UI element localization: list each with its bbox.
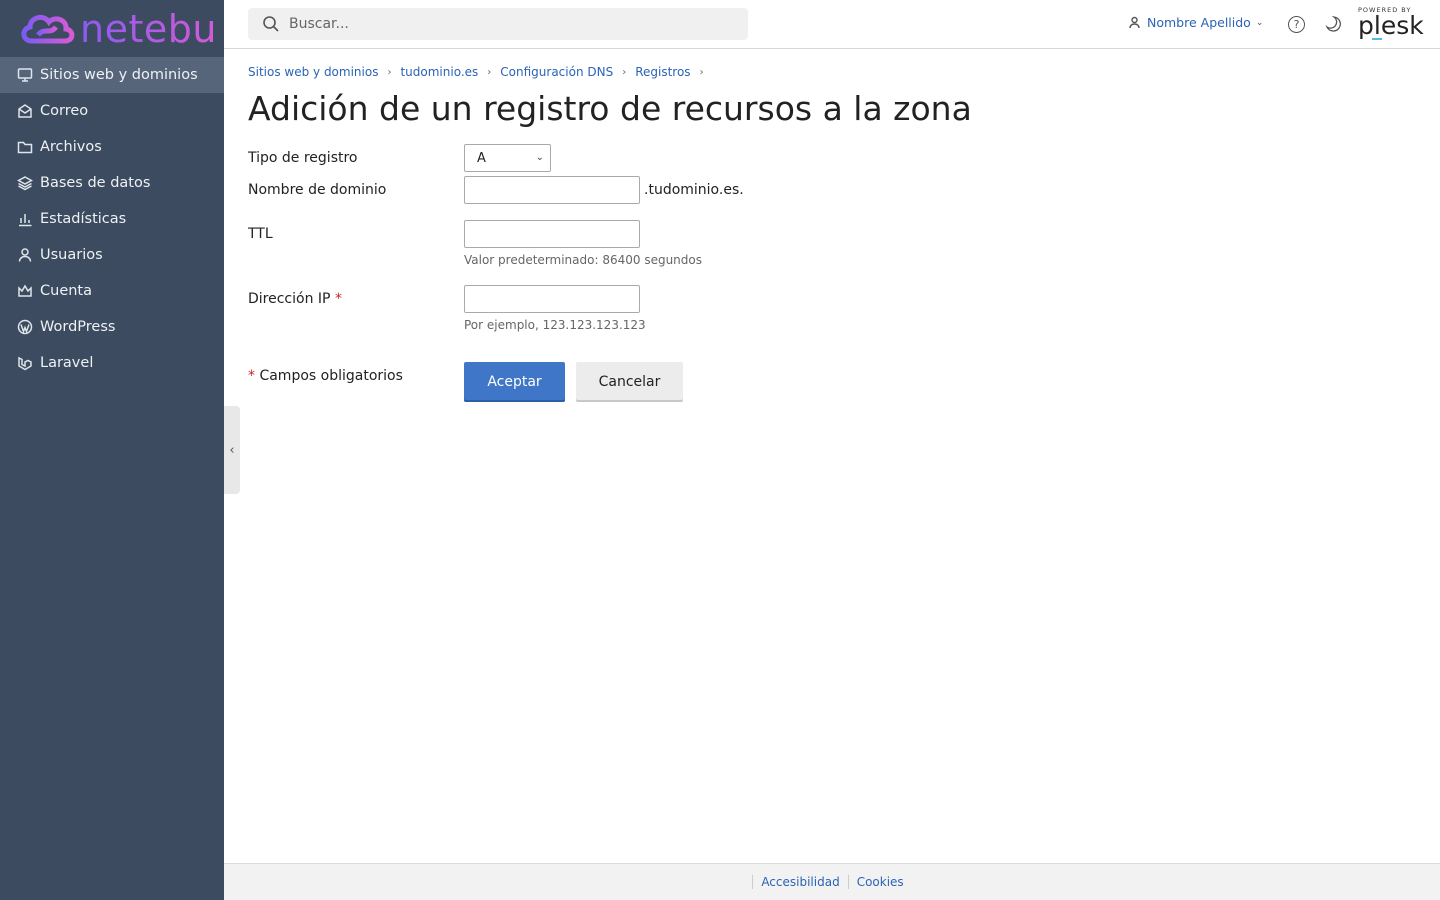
user-menu[interactable]: Nombre Apellido ⌄ xyxy=(1128,15,1263,30)
breadcrumb: Sitios web y dominios › tudominio.es › C… xyxy=(248,65,713,79)
domain-suffix: .tudominio.es. xyxy=(644,182,744,198)
record-type-value: A xyxy=(477,150,486,166)
required-fields-note: * Campos obligatorios xyxy=(248,368,403,384)
page-title: Adición de un registro de recursos a la … xyxy=(248,89,972,128)
brand-logo[interactable]: netebu xyxy=(0,0,224,57)
ip-address-label: Dirección IP * xyxy=(248,291,342,307)
user-icon xyxy=(1129,16,1140,29)
layers-icon xyxy=(16,174,34,192)
sidebar-item-databases[interactable]: Bases de datos xyxy=(0,165,224,201)
sidebar-item-label: Usuarios xyxy=(40,247,103,263)
sidebar-item-files[interactable]: Archivos xyxy=(0,129,224,165)
ttl-hint: Valor predeterminado: 86400 segundos xyxy=(464,253,702,267)
sidebar-item-websites[interactable]: Sitios web y dominios xyxy=(0,57,224,93)
chevron-right-icon: › xyxy=(622,66,627,78)
footer: Accesibilidad Cookies xyxy=(224,863,1440,900)
search-input[interactable] xyxy=(289,16,729,32)
search-icon xyxy=(263,16,279,32)
record-type-select[interactable]: A ⌄ xyxy=(464,144,551,172)
cancel-button[interactable]: Cancelar xyxy=(576,362,683,402)
ip-address-label-text: Dirección IP xyxy=(248,291,331,307)
required-mark: * xyxy=(334,291,342,307)
chevron-left-icon: ‹ xyxy=(229,442,235,458)
sidebar-item-account[interactable]: Cuenta xyxy=(0,273,224,309)
sidebar: netebu Sitios web y dominios Correo Arch… xyxy=(0,0,224,900)
cookies-link[interactable]: Cookies xyxy=(847,875,912,889)
brand-name: netebu xyxy=(80,6,217,51)
record-type-label: Tipo de registro xyxy=(248,150,358,166)
ttl-label: TTL xyxy=(248,226,273,242)
crown-icon xyxy=(16,282,34,300)
sidebar-item-laravel[interactable]: Laravel xyxy=(0,345,224,381)
sidebar-item-users[interactable]: Usuarios xyxy=(0,237,224,273)
accessibility-link[interactable]: Accesibilidad xyxy=(752,875,847,889)
chevron-right-icon: › xyxy=(487,66,492,78)
sidebar-item-label: Archivos xyxy=(40,139,102,155)
chevron-right-icon: › xyxy=(699,66,704,78)
chevron-down-icon: ⌄ xyxy=(535,152,544,163)
sidebar-item-mail[interactable]: Correo xyxy=(0,93,224,129)
domain-name-input[interactable] xyxy=(464,176,640,204)
wordpress-icon xyxy=(16,318,34,336)
required-mark: * xyxy=(248,368,255,384)
plesk-logo: POWERED BY plesk xyxy=(1358,6,1424,40)
sidebar-item-wordpress[interactable]: WordPress xyxy=(0,309,224,345)
plesk-wordmark: plesk xyxy=(1358,11,1424,40)
sidebar-item-label: Bases de datos xyxy=(40,175,151,191)
user-name: Nombre Apellido xyxy=(1147,15,1251,30)
sidebar-item-label: Correo xyxy=(40,103,89,119)
cloud-icon xyxy=(21,14,75,43)
breadcrumb-records[interactable]: Registros xyxy=(635,65,690,79)
ttl-input[interactable] xyxy=(464,220,640,248)
top-bar: Nombre Apellido ⌄ ? POWERED BY plesk xyxy=(224,0,1440,49)
sidebar-item-label: Sitios web y dominios xyxy=(40,67,198,83)
folder-icon xyxy=(16,138,34,156)
help-icon[interactable]: ? xyxy=(1288,16,1305,33)
search-box[interactable] xyxy=(248,8,748,40)
chevron-right-icon: › xyxy=(387,66,392,78)
breadcrumb-dns-settings[interactable]: Configuración DNS xyxy=(500,65,613,79)
breadcrumb-domain[interactable]: tudominio.es xyxy=(400,65,478,79)
sidebar-item-label: WordPress xyxy=(40,319,116,335)
mail-icon xyxy=(16,102,34,120)
laravel-icon xyxy=(16,354,34,372)
sidebar-item-statistics[interactable]: Estadísticas xyxy=(0,201,224,237)
ip-address-input[interactable] xyxy=(464,285,640,313)
breadcrumb-websites[interactable]: Sitios web y dominios xyxy=(248,65,378,79)
domain-name-label: Nombre de dominio xyxy=(248,182,387,198)
required-fields-text: Campos obligatorios xyxy=(259,368,403,384)
moon-icon[interactable] xyxy=(1324,15,1342,33)
chevron-down-icon: ⌄ xyxy=(1255,17,1264,28)
user-icon xyxy=(16,246,34,264)
sidebar-item-label: Laravel xyxy=(40,355,94,371)
sidebar-item-label: Cuenta xyxy=(40,283,92,299)
sidebar-collapse-handle[interactable]: ‹ xyxy=(224,406,240,494)
ip-address-hint: Por ejemplo, 123.123.123.123 xyxy=(464,318,646,332)
sidebar-item-label: Estadísticas xyxy=(40,211,127,227)
accept-button[interactable]: Aceptar xyxy=(464,362,565,402)
monitor-icon xyxy=(16,66,34,84)
bar-chart-icon xyxy=(16,210,34,228)
